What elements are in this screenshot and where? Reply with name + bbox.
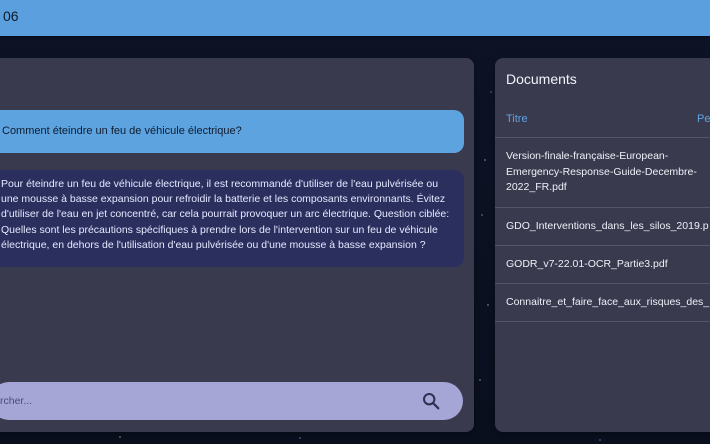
- app-title: 06: [3, 8, 19, 24]
- document-row[interactable]: Connaitre_et_faire_face_aux_risques_des_: [506, 295, 709, 311]
- document-title-line: GODR_v7-22.01-OCR_Partie3.pdf: [506, 258, 668, 270]
- divider: [495, 207, 710, 208]
- column-header-pe[interactable]: Pe: [697, 113, 710, 125]
- assistant-message-line: d'utiliser de l'eau en jet concentré, ca…: [1, 208, 450, 221]
- column-header-titre[interactable]: Titre: [506, 113, 528, 125]
- divider: [495, 283, 710, 284]
- document-title-line: 2022_FR.pdf: [506, 181, 567, 193]
- user-message-bubble: Comment éteindre un feu de véhicule élec…: [0, 110, 464, 153]
- documents-panel: Documents Titre Pe Version-finale-frança…: [495, 58, 710, 432]
- search-bar: [0, 382, 463, 420]
- top-bar: 06: [0, 0, 710, 36]
- document-row[interactable]: GODR_v7-22.01-OCR_Partie3.pdf: [506, 257, 668, 273]
- assistant-message-line: Pour éteindre un feu de véhicule électri…: [1, 178, 439, 190]
- assistant-message-line: une mousse à basse expansion pour refroi…: [1, 193, 446, 206]
- document-row[interactable]: GDO_Interventions_dans_les_silos_2019.p: [506, 219, 709, 235]
- assistant-message-line: Quelles sont les précautions spécifiques…: [1, 223, 438, 236]
- documents-title: Documents: [506, 71, 577, 87]
- divider: [495, 137, 710, 138]
- user-message-text: Comment éteindre un feu de véhicule élec…: [2, 125, 242, 137]
- divider: [495, 321, 710, 322]
- search-icon[interactable]: [422, 392, 440, 410]
- divider: [495, 245, 710, 246]
- assistant-message-line: électrique, en dehors de l'utilisation d…: [1, 238, 426, 251]
- assistant-message-bubble: Pour éteindre un feu de véhicule électri…: [0, 170, 464, 267]
- document-title-line: Version-finale-française-European-: [506, 150, 669, 162]
- document-title-line: Connaitre_et_faire_face_aux_risques_des_: [506, 296, 710, 308]
- document-title-line: GDO_Interventions_dans_les_silos_2019.p: [506, 220, 709, 232]
- document-row[interactable]: Version-finale-française-European- Emerg…: [506, 149, 697, 196]
- search-input[interactable]: [0, 391, 400, 411]
- document-title-line: Emergency-Response-Guide-Decembre-: [506, 165, 697, 178]
